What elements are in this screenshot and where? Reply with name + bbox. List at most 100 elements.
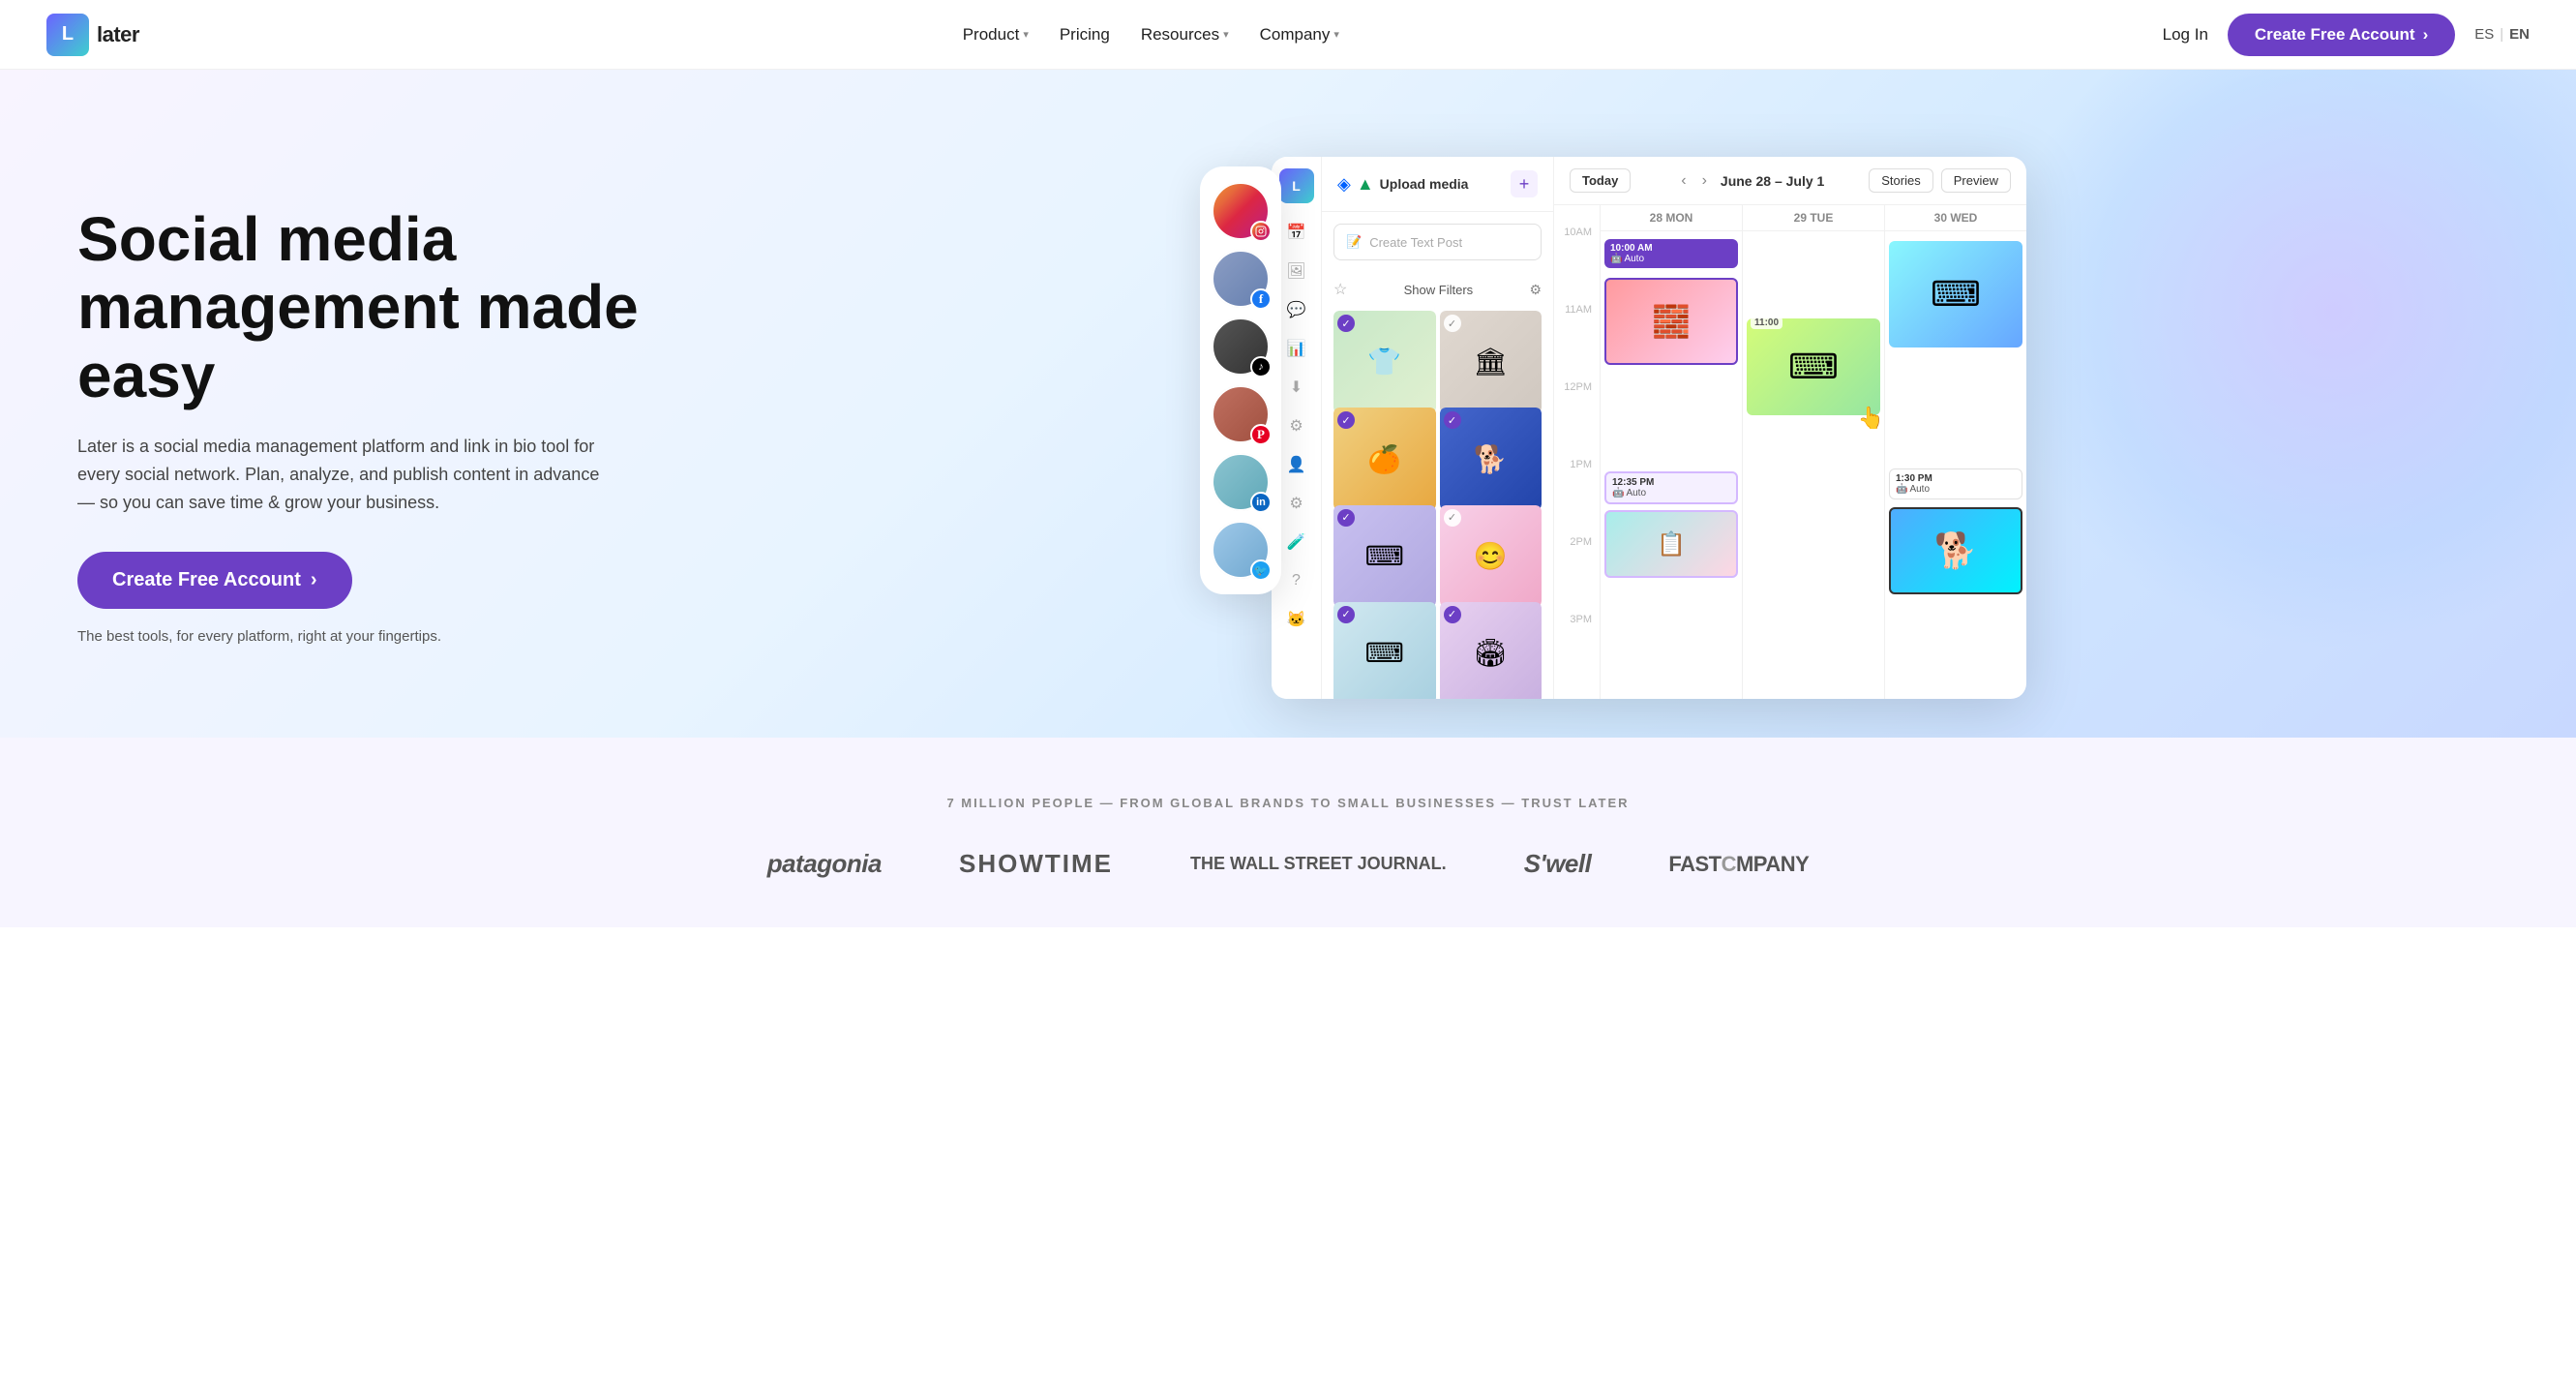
time-12pm: 12PM xyxy=(1554,379,1600,457)
cal-image-5[interactable]: 🐕 xyxy=(1889,507,2022,594)
nav-pricing-label: Pricing xyxy=(1060,25,1110,45)
sidebar-help-icon[interactable]: ? xyxy=(1279,563,1314,598)
media-check-8: ✓ xyxy=(1444,606,1461,623)
linkedin-badge-icon: in xyxy=(1250,492,1272,513)
language-switcher: ES | EN xyxy=(2474,26,2530,43)
swell-logo: S'well xyxy=(1524,849,1592,879)
sidebar-download-icon[interactable]: ⬇ xyxy=(1279,370,1314,405)
event-1235[interactable]: 12:35 PM 🤖Auto xyxy=(1604,471,1738,504)
cal-image-1[interactable]: 🧱 xyxy=(1604,278,1738,365)
sidebar-calendar-icon[interactable]: 📅 xyxy=(1279,215,1314,250)
text-post-icon: 📝 xyxy=(1346,234,1362,250)
add-media-button[interactable]: + xyxy=(1511,170,1538,197)
sidebar-settings-icon[interactable]: ⚙ xyxy=(1279,486,1314,521)
time-column: 10AM 11AM 12PM 1PM 2PM 3PM xyxy=(1554,205,1601,699)
hero-cta-label: Create Free Account xyxy=(112,569,301,591)
lang-en[interactable]: EN xyxy=(2509,26,2530,43)
cal-prev-button[interactable]: ‹ xyxy=(1675,170,1692,192)
day-header-30: 30 WED xyxy=(1885,205,2026,231)
upload-icons: ◈ ▲ Upload media xyxy=(1337,174,1468,195)
showtime-logo: SHOWTIME xyxy=(959,849,1113,879)
nav-resources[interactable]: Resources ▾ xyxy=(1141,25,1229,45)
sidebar-chat-icon[interactable]: 💬 xyxy=(1279,292,1314,327)
media-thumb-6[interactable]: 😊 ✓ xyxy=(1440,505,1543,608)
linkedin-avatar[interactable]: in xyxy=(1212,453,1270,511)
cal-image-3[interactable]: ⌨ xyxy=(1747,318,1880,415)
star-filter-icon[interactable]: ☆ xyxy=(1333,280,1347,299)
sidebar-profile-icon[interactable]: 👤 xyxy=(1279,447,1314,482)
arrow-icon: › xyxy=(2423,25,2429,45)
social-avatars-panel: f ♪ P in xyxy=(1200,166,1281,594)
sidebar-gallery-icon[interactable]: 🖼 xyxy=(1279,254,1314,288)
sidebar-settings2-icon[interactable]: ⚙ xyxy=(1279,408,1314,443)
event-1000[interactable]: 10:00 AM 🤖Auto xyxy=(1604,239,1738,268)
nav-company-label: Company xyxy=(1260,25,1331,45)
resources-chevron-icon: ▾ xyxy=(1223,28,1229,41)
sidebar-analytics-icon[interactable]: 📊 xyxy=(1279,331,1314,366)
app-mockup: f ♪ P in xyxy=(697,147,2530,699)
day-body-29: ⌨ 11:00 👆 xyxy=(1743,231,1884,696)
calendar-header: Today ‹ › June 28 – July 1 Stories Previ… xyxy=(1554,157,2026,205)
media-thumb-3[interactable]: 🍊 ✓ xyxy=(1333,408,1436,510)
dropbox-icon: ◈ xyxy=(1337,174,1351,195)
day-header-28: 28 MON xyxy=(1601,205,1742,231)
event-130[interactable]: 1:30 PM 🤖Auto xyxy=(1889,468,2022,499)
sidebar-lab-icon[interactable]: 🧪 xyxy=(1279,525,1314,559)
nav-pricing[interactable]: Pricing xyxy=(1060,25,1110,45)
day-body-30: ⌨ 1:30 PM 🤖Auto 🐕 xyxy=(1885,231,2026,696)
instagram-avatar[interactable] xyxy=(1212,182,1270,240)
create-text-post-label: Create Text Post xyxy=(1369,235,1462,250)
twitter-avatar[interactable]: 🐦 xyxy=(1212,521,1270,579)
tiktok-badge-icon: ♪ xyxy=(1250,356,1272,378)
preview-button[interactable]: Preview xyxy=(1941,168,2011,193)
show-filters-label[interactable]: Show Filters xyxy=(1404,283,1474,297)
hero-text: Social media management made easy Later … xyxy=(77,147,697,645)
nav-company[interactable]: Company ▾ xyxy=(1260,25,1339,45)
day-col-30: 30 WED ⌨ 1:30 PM 🤖Auto xyxy=(1885,205,2026,699)
facebook-avatar[interactable]: f xyxy=(1212,250,1270,308)
filter-sliders-icon[interactable]: ⚙ xyxy=(1529,282,1542,298)
twitter-badge-icon: 🐦 xyxy=(1250,559,1272,581)
today-button[interactable]: Today xyxy=(1570,168,1631,193)
cal-image-4[interactable]: ⌨ xyxy=(1889,241,2022,348)
gdrive-icon: ▲ xyxy=(1357,174,1374,195)
media-thumb-4[interactable]: 🐕 ✓ xyxy=(1440,408,1543,510)
upload-media-label[interactable]: Upload media xyxy=(1380,176,1469,192)
login-link[interactable]: Log In xyxy=(2163,25,2208,45)
media-check-6: ✓ xyxy=(1444,509,1461,527)
create-account-button[interactable]: Create Free Account › xyxy=(2228,14,2455,56)
nav-resources-label: Resources xyxy=(1141,25,1219,45)
media-thumb-7[interactable]: ⌨ ✓ xyxy=(1333,602,1436,699)
logo-icon: L xyxy=(46,14,89,56)
media-thumb-1[interactable]: 👕 ✓ xyxy=(1333,311,1436,413)
hero-cta-button[interactable]: Create Free Account › xyxy=(77,552,352,609)
media-thumb-2[interactable]: 🏛 ✓ xyxy=(1440,311,1543,413)
cal-date-range: June 28 – July 1 xyxy=(1721,173,1824,189)
cal-image-2[interactable]: 📋 xyxy=(1604,510,1738,578)
nav-product[interactable]: Product ▾ xyxy=(963,25,1029,45)
company-chevron-icon: ▾ xyxy=(1333,28,1339,41)
media-panel: ◈ ▲ Upload media + 📝 Create Text Post ☆ … xyxy=(1322,157,1554,699)
trusted-section: 7 MILLION PEOPLE — FROM GLOBAL BRANDS TO… xyxy=(0,738,2576,927)
time-2pm: 2PM xyxy=(1554,534,1600,612)
calendar-nav: ‹ › June 28 – July 1 xyxy=(1675,170,1824,192)
create-text-post-button[interactable]: 📝 Create Text Post xyxy=(1333,224,1542,260)
wsj-logo: THE WALL STREET JOURNAL. xyxy=(1190,854,1447,874)
sidebar-avatar-icon[interactable]: 🐱 xyxy=(1279,602,1314,637)
fastcompany-logo: FASTCMPANY xyxy=(1668,852,1809,877)
media-thumb-5[interactable]: ⌨ ✓ xyxy=(1333,505,1436,608)
pinterest-avatar[interactable]: P xyxy=(1212,385,1270,443)
stories-button[interactable]: Stories xyxy=(1869,168,1932,193)
time-1pm: 1PM xyxy=(1554,457,1600,534)
trusted-label: 7 MILLION PEOPLE — FROM GLOBAL BRANDS TO… xyxy=(46,796,2530,810)
lang-es[interactable]: ES xyxy=(2474,26,2494,43)
calendar-columns: 10AM 11AM 12PM 1PM 2PM 3PM 28 MON xyxy=(1554,205,2026,699)
media-check-4: ✓ xyxy=(1444,411,1461,429)
time-11am: 11AM xyxy=(1554,302,1600,379)
tiktok-avatar[interactable]: ♪ xyxy=(1212,317,1270,376)
media-check-7: ✓ xyxy=(1337,606,1355,623)
nav-logo[interactable]: L later xyxy=(46,14,139,56)
media-thumb-8[interactable]: 🏟 ✓ xyxy=(1440,602,1543,699)
time-10am: 10AM xyxy=(1554,225,1600,302)
cal-next-button[interactable]: › xyxy=(1696,170,1713,192)
